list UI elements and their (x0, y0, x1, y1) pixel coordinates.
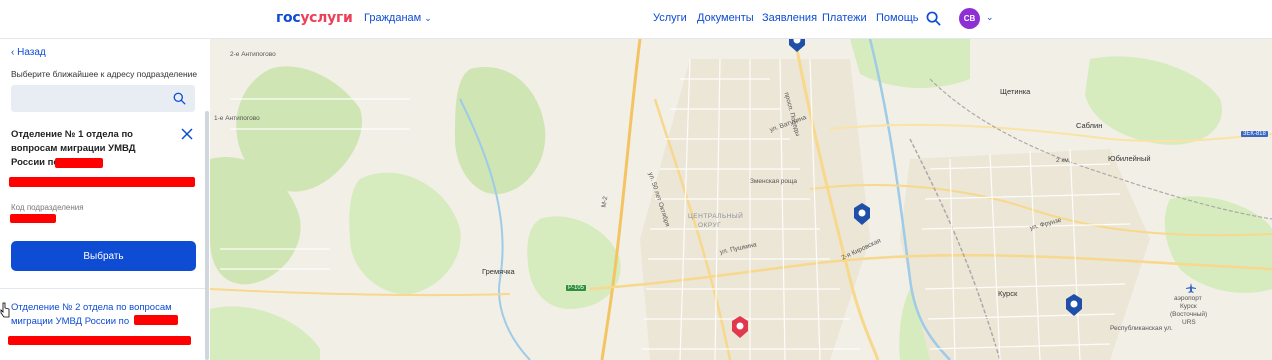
map-label: Курск (1180, 303, 1197, 310)
nav-applications[interactable]: Заявления (762, 12, 817, 24)
redacted-address (9, 177, 195, 187)
map-label: Зменская роща (750, 178, 797, 185)
map-label: Юбилейный (1108, 154, 1151, 163)
redacted-address (8, 336, 191, 345)
airplane-icon (1186, 283, 1196, 293)
map-label: Гремячка (482, 267, 515, 276)
map-view[interactable]: 2-е Антипогово 1-е Антипогово Щетинка Са… (210, 39, 1272, 360)
map-label: 1-е Антипогово (214, 115, 260, 122)
sidebar-panel: ‹ Назад Выберите ближайшее к адресу подр… (0, 39, 210, 360)
map-label: 2-е Антипогово (230, 51, 276, 58)
select-button[interactable]: Выбрать (11, 241, 196, 271)
map-label: ОКРУГ (698, 222, 722, 229)
nav-services[interactable]: Услуги (653, 12, 687, 24)
nav-help[interactable]: Помощь (876, 12, 919, 24)
map-label: (Восточный) (1170, 311, 1208, 318)
map-label: URS (1182, 319, 1196, 326)
search-icon[interactable] (173, 92, 186, 105)
avatar-initials: СВ (963, 14, 976, 23)
chevron-down-icon: ⌄ (424, 13, 432, 23)
sidebar-scrollbar[interactable] (205, 111, 209, 360)
logo-part-gos: гос (276, 10, 301, 26)
back-label: Назад (17, 47, 46, 58)
selected-map-pin-icon[interactable] (730, 315, 750, 339)
top-header: госуслуги Гражданам ⌄ Услуги Документы За… (0, 0, 1272, 39)
map-label: Щетинка (1000, 87, 1031, 96)
division-code-label: Код подразделения (11, 203, 84, 212)
logo-part-uslugi: услуги (300, 10, 353, 26)
map-pin-icon[interactable] (852, 202, 872, 226)
street-label: Республиканская ул. (1110, 325, 1173, 332)
gosuslugi-logo[interactable]: госуслуги (276, 10, 353, 26)
divider (0, 288, 205, 289)
road-shield: Р-105 (566, 285, 587, 291)
chevron-down-icon[interactable]: ⌄ (986, 12, 994, 23)
citizens-label: Гражданам (364, 12, 422, 24)
nav-documents[interactable]: Документы (697, 12, 754, 24)
redacted-region (134, 315, 178, 325)
map-label: 2 км (1056, 157, 1069, 164)
close-icon[interactable] (180, 127, 194, 141)
road-shield: 3ЕК-818 (1241, 131, 1268, 137)
map-canvas (210, 39, 1272, 360)
map-label: аэропорт (1174, 295, 1202, 302)
map-label: Курск (998, 289, 1018, 298)
select-hint: Выберите ближайшее к адресу подразделени… (11, 69, 198, 79)
redacted-region (55, 158, 103, 168)
redacted-division-code (10, 214, 56, 223)
nav-payments[interactable]: Платежи (822, 12, 867, 24)
address-search-input[interactable] (11, 85, 195, 112)
map-pin-icon[interactable] (787, 39, 807, 53)
back-link[interactable]: ‹ Назад (11, 47, 46, 58)
search-icon[interactable] (926, 11, 941, 26)
user-avatar[interactable]: СВ (959, 8, 980, 29)
map-label: ЦЕНТРАЛЬНЫЙ (688, 213, 744, 220)
map-pin-icon[interactable] (1064, 293, 1084, 317)
citizens-dropdown[interactable]: Гражданам ⌄ (364, 12, 432, 24)
map-label: Саблин (1076, 121, 1103, 130)
hand-cursor-icon (0, 302, 10, 318)
